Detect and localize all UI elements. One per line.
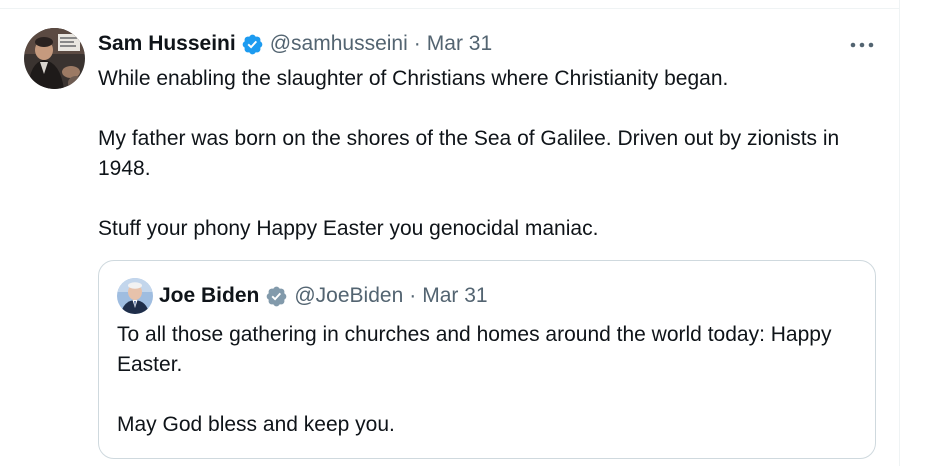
page: Sam Husseini @samhusseini · Mar 31 While…	[0, 0, 933, 466]
verified-badge-icon[interactable]	[241, 33, 264, 56]
header-separator: ·	[413, 32, 421, 55]
quoted-author-avatar	[117, 278, 153, 314]
quoted-author-display-name: Joe Biden	[159, 284, 260, 307]
tweet-header: Sam Husseini @samhusseini · Mar 31	[98, 30, 492, 58]
right-divider	[899, 0, 900, 466]
more-options-icon[interactable]	[846, 33, 878, 57]
quoted-tweet-text: To all those gathering in churches and h…	[117, 320, 857, 440]
author-handle[interactable]: @samhusseini	[270, 30, 408, 58]
quoted-tweet[interactable]: Joe Biden @JoeBiden · Mar 31 To all thos…	[98, 260, 876, 459]
quoted-tweet-paragraph: May God bless and keep you.	[117, 413, 395, 436]
quoted-tweet-date: Mar 31	[422, 284, 488, 307]
author-avatar[interactable]	[24, 28, 85, 89]
author-display-name[interactable]: Sam Husseini	[98, 30, 236, 58]
tweet[interactable]: Sam Husseini @samhusseini · Mar 31 While…	[0, 9, 899, 466]
quoted-header-separator: ·	[409, 284, 417, 307]
tweet-paragraph: Stuff your phony Happy Easter you genoci…	[98, 217, 599, 240]
tweet-text: While enabling the slaughter of Christia…	[98, 64, 868, 244]
government-verified-badge-icon	[265, 285, 288, 308]
quoted-tweet-header: Joe Biden @JoeBiden · Mar 31	[159, 282, 488, 310]
tweet-paragraph: My father was born on the shores of the …	[98, 127, 840, 180]
tweet-date[interactable]: Mar 31	[427, 30, 492, 58]
quoted-author-handle: @JoeBiden	[294, 284, 404, 307]
tweet-paragraph: While enabling the slaughter of Christia…	[98, 67, 729, 90]
quoted-tweet-paragraph: To all those gathering in churches and h…	[117, 323, 832, 376]
